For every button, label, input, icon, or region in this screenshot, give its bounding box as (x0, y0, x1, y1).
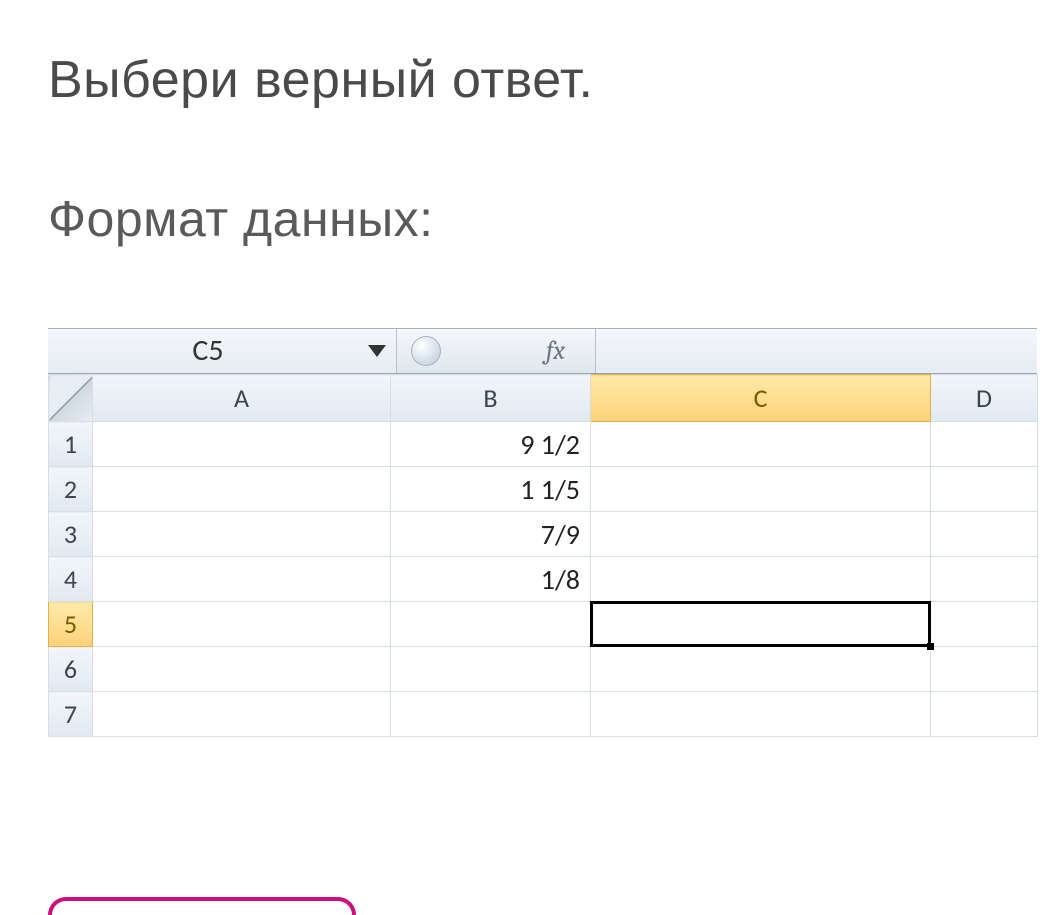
cell-C2[interactable] (591, 467, 931, 512)
spreadsheet: C5 fx A B C D 1 (48, 328, 1037, 737)
cell-B2[interactable]: 1 1/5 (391, 467, 591, 512)
cell-D5[interactable] (931, 602, 1038, 647)
cell-B6[interactable] (391, 647, 591, 692)
cell-B7[interactable] (391, 692, 591, 737)
namebox-dropdown-icon[interactable] (368, 345, 386, 357)
cell-D2[interactable] (931, 467, 1038, 512)
cell-C7[interactable] (591, 692, 931, 737)
cell-A7[interactable] (93, 692, 391, 737)
row-header-7[interactable]: 7 (49, 692, 93, 737)
cell-C6[interactable] (591, 647, 931, 692)
row-header-1[interactable]: 1 (49, 422, 93, 467)
row-header-2[interactable]: 2 (49, 467, 93, 512)
col-header-C[interactable]: C (591, 375, 931, 422)
formula-bar: C5 fx (48, 329, 1037, 374)
cell-A4[interactable] (93, 557, 391, 602)
row-header-6[interactable]: 6 (49, 647, 93, 692)
question-subtitle: Формат данных: (48, 190, 1015, 248)
cell-D6[interactable] (931, 647, 1038, 692)
answer-button[interactable] (48, 897, 356, 915)
fx-button[interactable]: fx (396, 329, 596, 373)
cell-B1[interactable]: 9 1/2 (391, 422, 591, 467)
cell-A1[interactable] (93, 422, 391, 467)
cell-B5[interactable] (391, 602, 591, 647)
col-header-D[interactable]: D (931, 375, 1038, 422)
cell-B3[interactable]: 7/9 (391, 512, 591, 557)
cell-D3[interactable] (931, 512, 1038, 557)
fx-label: fx (546, 336, 565, 366)
row-header-3[interactable]: 3 (49, 512, 93, 557)
fx-orb-icon (411, 336, 441, 366)
cell-C3[interactable] (591, 512, 931, 557)
cell-A3[interactable] (93, 512, 391, 557)
row-header-5[interactable]: 5 (49, 602, 93, 647)
cell-C4[interactable] (591, 557, 931, 602)
cell-C5[interactable] (591, 602, 931, 647)
fill-handle[interactable] (927, 643, 934, 650)
row-header-4[interactable]: 4 (49, 557, 93, 602)
question-title: Выбери верный ответ. (48, 50, 1015, 110)
cell-D7[interactable] (931, 692, 1038, 737)
cell-C1[interactable] (591, 422, 931, 467)
select-all-corner[interactable] (49, 375, 93, 422)
selection-outline (590, 601, 931, 647)
col-header-B[interactable]: B (391, 375, 591, 422)
cell-D4[interactable] (931, 557, 1038, 602)
cell-A5[interactable] (93, 602, 391, 647)
cell-A6[interactable] (93, 647, 391, 692)
cell-D1[interactable] (931, 422, 1038, 467)
cell-B4[interactable]: 1/8 (391, 557, 591, 602)
grid[interactable]: A B C D 1 9 1/2 2 1 1/5 (48, 374, 1038, 737)
name-box[interactable]: C5 (48, 329, 368, 373)
cell-A2[interactable] (93, 467, 391, 512)
col-header-A[interactable]: A (93, 375, 391, 422)
